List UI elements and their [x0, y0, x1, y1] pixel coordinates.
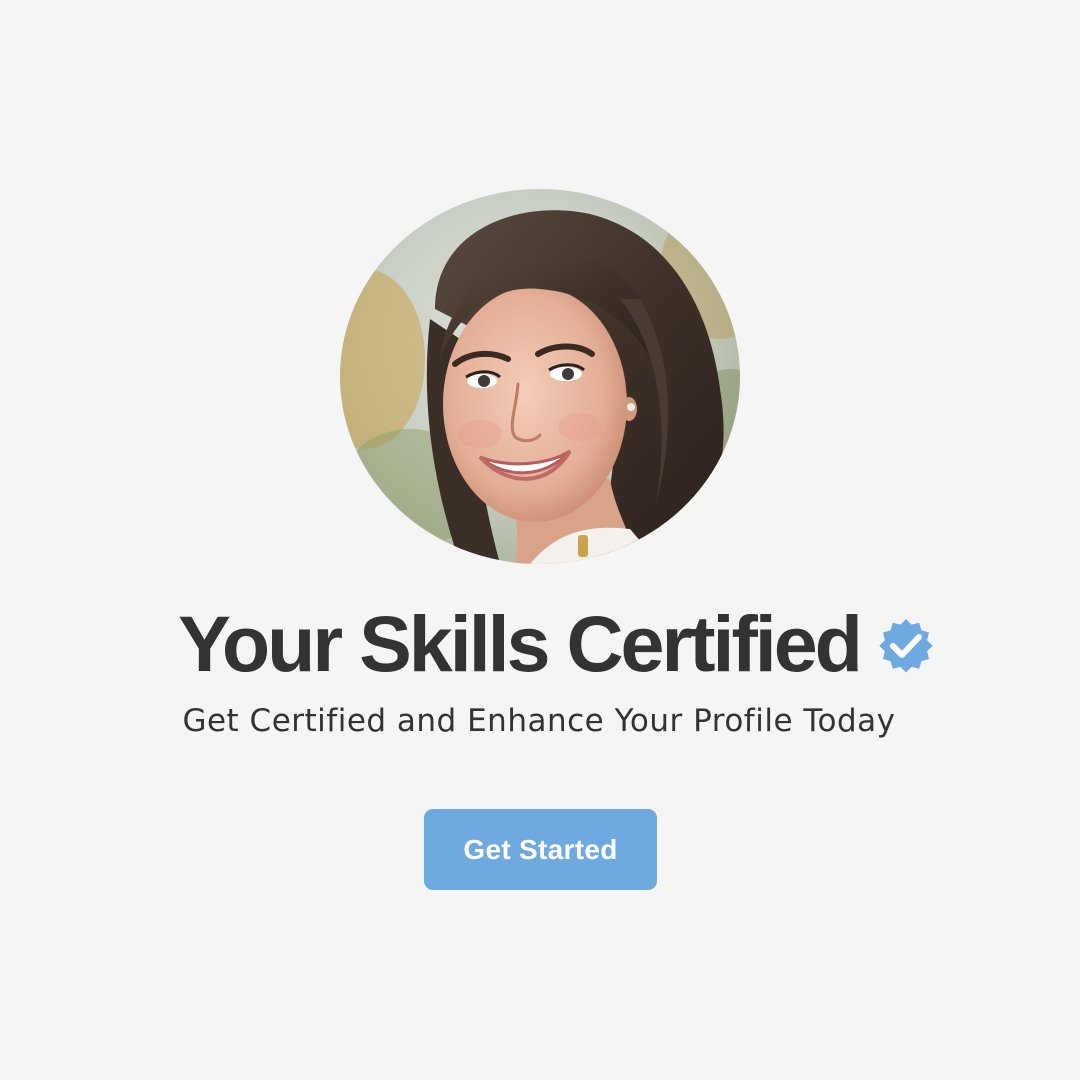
portrait-illustration — [340, 189, 740, 564]
title-row: Your Skills Certified — [0, 604, 1080, 683]
page-subtitle: Get Certified and Enhance Your Profile T… — [182, 703, 896, 739]
page-title: Your Skills Certified — [178, 599, 863, 688]
verified-check-icon — [874, 614, 938, 678]
profile-photo — [340, 189, 740, 564]
get-started-button[interactable]: Get Started — [424, 809, 657, 890]
